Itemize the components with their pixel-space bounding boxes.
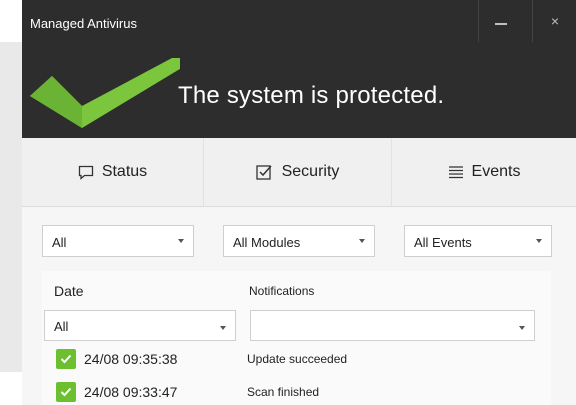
row-message: Scan finished: [247, 385, 320, 399]
protection-status-text: The system is protected.: [178, 82, 445, 109]
antivirus-window: Managed Antivirus × The system is protec…: [22, 0, 576, 405]
title-bar: Managed Antivirus ×: [22, 0, 576, 42]
row-message: Update succeeded: [247, 352, 348, 366]
date-column-header: Date: [54, 283, 84, 299]
row-date: 24/08 09:35:38: [84, 351, 178, 367]
minimize-icon: [495, 23, 507, 25]
tab-security[interactable]: Security: [204, 138, 392, 206]
close-icon: ×: [550, 13, 560, 29]
tab-bar: Status Security Events: [22, 138, 576, 207]
tab-security-label: Security: [281, 163, 340, 180]
check-icon: [56, 382, 76, 402]
event-filter-select[interactable]: All Events: [404, 225, 552, 257]
module-filter-select[interactable]: All Modules: [223, 225, 375, 257]
tab-status[interactable]: Status: [22, 138, 204, 206]
checkmark-icon: [30, 58, 180, 128]
event-filter-value: All Events: [414, 235, 472, 250]
chevron-down-icon: [359, 239, 365, 243]
module-filter-value: All Modules: [233, 235, 301, 250]
close-button[interactable]: ×: [532, 0, 576, 42]
events-content: All All Modules All Events Date Notifica…: [22, 207, 576, 405]
protection-banner: The system is protected.: [22, 42, 576, 138]
notifications-column-header: Notifications: [249, 284, 315, 298]
row-date: 24/08 09:33:47: [84, 384, 178, 400]
check-icon: [56, 349, 76, 369]
background-panel: [0, 42, 22, 372]
chevron-down-icon: [536, 239, 542, 243]
list-icon: [448, 165, 464, 179]
checkbox-icon: [255, 164, 274, 180]
notification-filter-select[interactable]: [250, 310, 535, 341]
chevron-down-icon: [220, 326, 226, 330]
time-filter-value: All: [52, 235, 67, 250]
chevron-down-icon: [519, 326, 525, 330]
time-filter-select[interactable]: All: [42, 225, 194, 257]
window-title: Managed Antivirus: [30, 16, 137, 31]
date-filter-value: All: [54, 319, 69, 334]
events-table: Date Notifications All 24/08 09:35:38 Up…: [42, 271, 551, 405]
minimize-button[interactable]: [478, 0, 523, 42]
date-filter-select[interactable]: All: [44, 310, 236, 341]
tab-events-label: Events: [471, 163, 521, 180]
tab-events[interactable]: Events: [392, 138, 576, 206]
speech-bubble-icon: [78, 165, 94, 180]
chevron-down-icon: [178, 239, 184, 243]
tab-status-label: Status: [101, 163, 148, 180]
